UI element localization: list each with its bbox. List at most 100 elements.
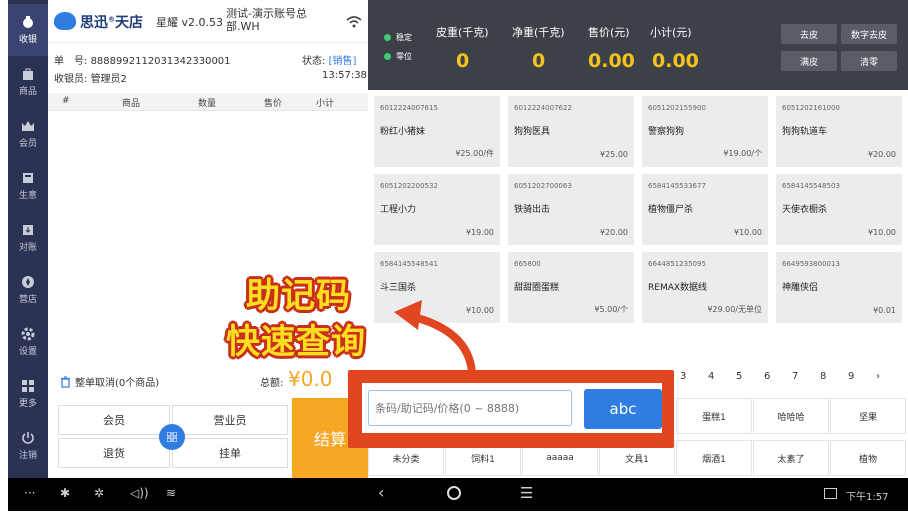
sales-staff-button[interactable]: 营业员 — [172, 405, 288, 435]
subtotal-label: 小计(元) — [650, 26, 692, 39]
arrow-icon — [394, 300, 476, 376]
product-name: 甜甜圈蛋糕 — [514, 283, 560, 293]
product-code: 6051202161000 — [782, 104, 840, 112]
wifi-status-icon[interactable]: ≋ — [166, 486, 176, 500]
menu-icon[interactable]: ☰ — [520, 484, 533, 502]
category-item[interactable]: 坚果 — [830, 398, 906, 434]
overlay-line1: 助记码 — [246, 276, 351, 316]
product-card[interactable]: 6012224007615 粉红小猪妹 ¥25.00/件 — [374, 96, 500, 167]
page-5[interactable]: 8 — [820, 371, 826, 382]
category-item[interactable]: 烟酒1 — [676, 440, 752, 476]
page-2[interactable]: 5 — [736, 371, 742, 382]
gear-icon — [21, 327, 35, 341]
screen-icon[interactable] — [824, 488, 837, 499]
sidebar-item-2[interactable]: 会员 — [8, 108, 48, 160]
sidebar-item-5[interactable]: 营店 — [8, 264, 48, 316]
bag-icon — [23, 68, 33, 80]
page-4[interactable]: 7 — [792, 371, 798, 382]
zero-indicator: 零位 — [396, 52, 412, 61]
sidebar-item-label: 注销 — [18, 451, 37, 461]
store-name: 测试-演示账号总 部.WH — [226, 7, 307, 33]
product-code: 6012224007622 — [514, 104, 572, 112]
product-price: ¥20.00 — [600, 228, 628, 237]
product-card[interactable]: 6051202161000 狗狗轨道车 ¥20.00 — [776, 96, 902, 167]
home-icon[interactable] — [447, 486, 461, 500]
overlay-line2: 快速查询 — [226, 322, 366, 362]
price-value: 0.00 — [588, 50, 635, 72]
page-6[interactable]: 9 — [848, 371, 854, 382]
abc-keyboard-button[interactable]: abc — [584, 389, 662, 429]
product-code: 6012224007615 — [380, 104, 438, 112]
sidebar-item-label: 营店 — [18, 295, 37, 305]
sidebar-item-3[interactable]: 生意 — [8, 160, 48, 212]
total-label: 总额: — [260, 378, 284, 389]
product-price: ¥19.00/个 — [723, 149, 762, 158]
tare-button[interactable]: 去皮 — [781, 24, 837, 44]
product-card[interactable]: 6051202200532 工程小力 ¥19.00 — [374, 174, 500, 245]
product-name: 狗狗轨道车 — [782, 127, 828, 137]
col-index: # — [62, 96, 70, 106]
page-7[interactable]: › — [876, 371, 880, 382]
product-name: 天使衣橱杀 — [782, 205, 828, 215]
grid-icon — [167, 432, 177, 442]
volume-icon[interactable]: ◁)) — [130, 486, 149, 500]
power-icon — [22, 432, 34, 444]
search-input[interactable] — [368, 390, 572, 426]
order-status: 状态: [销售] — [302, 56, 357, 67]
category-item[interactable]: 太素了 — [753, 440, 829, 476]
sidebar-item-1[interactable]: 商品 — [8, 56, 48, 108]
product-name: 粉红小猪妹 — [380, 127, 426, 137]
product-price: ¥29.00/无单位 — [707, 305, 762, 314]
product-name: 工程小力 — [380, 205, 417, 215]
system-navbar: ··· ✱ ✲ ◁)) ≋ ‹ ☰ 下午1:57 — [8, 478, 908, 511]
zero-button[interactable]: 清零 — [841, 51, 897, 71]
subtotal-value: 0.00 — [652, 50, 699, 72]
category-item[interactable]: 哈哈哈 — [753, 398, 829, 434]
crown-icon — [22, 121, 34, 131]
clear-order-button[interactable]: 整单取消(0个商品) — [60, 374, 159, 389]
page-1[interactable]: 4 — [708, 371, 714, 382]
order-number: 单 号: 8888992112031342330001 — [54, 56, 231, 67]
full-tare-button[interactable]: 满皮 — [781, 51, 837, 71]
tare-label: 皮重(千克) — [436, 26, 489, 39]
refund-button[interactable]: 退货 — [58, 438, 170, 468]
product-price: ¥0.01 — [873, 306, 896, 315]
product-code: 6051202155900 — [648, 104, 706, 112]
product-code: 6051202700063 — [514, 182, 572, 190]
brand-name: 思迅®天店 — [80, 15, 143, 31]
product-card[interactable]: 6051202155900 警察狗狗 ¥19.00/个 — [642, 96, 768, 167]
digital-tare-button[interactable]: 数字去皮 — [841, 24, 897, 44]
sidebar-item-4[interactable]: 对账 — [8, 212, 48, 264]
product-price: ¥5.00/个 — [594, 305, 628, 314]
product-card[interactable]: 6012224007622 狗狗医具 ¥25.00 — [508, 96, 634, 167]
cashier: 收银员: 管理员2 — [54, 74, 127, 85]
sidebar-item-7[interactable]: 更多 — [8, 368, 48, 420]
product-price: ¥20.00 — [868, 150, 896, 159]
page-3[interactable]: 6 — [764, 371, 770, 382]
page-0[interactable]: 3 — [680, 371, 686, 382]
product-price: ¥19.00 — [466, 228, 494, 237]
wifi-icon — [346, 13, 362, 32]
sidebar-item-8[interactable]: 注销 — [8, 420, 48, 472]
member-button[interactable]: 会员 — [58, 405, 170, 435]
net-label: 净重(千克) — [512, 26, 565, 39]
product-card[interactable]: 665800 甜甜圈蛋糕 ¥5.00/个 — [508, 252, 634, 323]
stable-indicator: 稳定 — [396, 33, 412, 42]
sidebar-item-6[interactable]: 设置 — [8, 316, 48, 368]
category-item[interactable]: 植物 — [830, 440, 906, 476]
product-code: 6051202200532 — [380, 182, 438, 190]
product-card[interactable]: 6051202700063 铁骑出击 ¥20.00 — [508, 174, 634, 245]
product-card[interactable]: 6584145533677 植物僵尸杀 ¥10.00 — [642, 174, 768, 245]
product-card[interactable]: 6644851235095 REMAX数据线 ¥29.00/无单位 — [642, 252, 768, 323]
bluetooth-icon[interactable]: ✱ — [60, 486, 70, 500]
sidebar-item-0[interactable]: 收银 — [8, 4, 48, 56]
grid-float-button[interactable] — [159, 424, 185, 450]
hang-order-button[interactable]: 挂单 — [172, 438, 288, 468]
more-icon[interactable]: ··· — [24, 486, 35, 500]
brightness-icon[interactable]: ✲ — [94, 486, 104, 500]
category-item[interactable]: 蛋糕1 — [676, 398, 752, 434]
back-icon[interactable]: ‹ — [378, 483, 384, 502]
register-icon — [23, 173, 33, 183]
product-card[interactable]: 6649593800013 神雕侠侣 ¥0.01 — [776, 252, 902, 323]
product-card[interactable]: 6584145548503 天使衣橱杀 ¥10.00 — [776, 174, 902, 245]
